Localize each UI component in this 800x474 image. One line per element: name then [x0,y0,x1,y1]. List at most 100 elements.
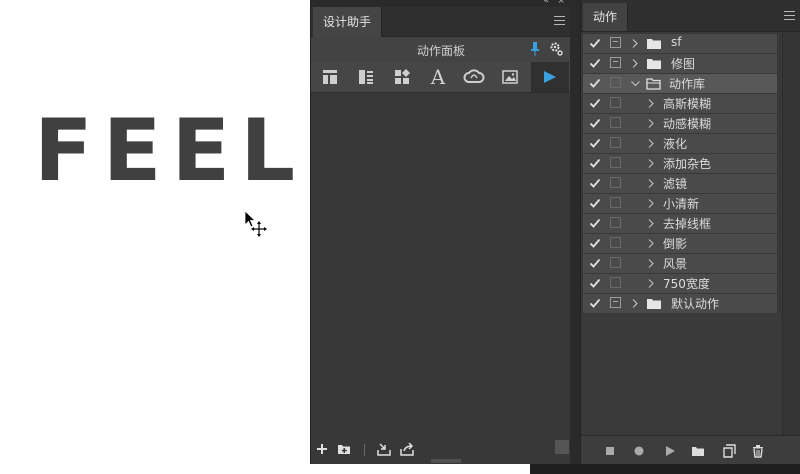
action-set-label: 动作库 [669,77,706,91]
action-row[interactable]: 去掉线框 [583,214,777,233]
tool-list-layout[interactable] [349,62,383,92]
new-action-icon[interactable] [722,444,736,458]
tool-creative-cloud[interactable] [457,62,491,92]
chevron-right-icon[interactable] [647,118,655,129]
toggle-check-icon[interactable] [589,237,601,249]
resize-grip[interactable] [555,440,569,454]
collapse-icon[interactable]: « [543,0,549,6]
tool-font[interactable]: A [421,62,455,92]
chevron-right-icon[interactable] [647,138,655,149]
dialog-toggle-box[interactable] [610,37,621,48]
action-row[interactable]: 倒影 [583,234,777,253]
chevron-right-icon[interactable] [647,238,655,249]
import-icon[interactable] [377,442,391,456]
tool-widgets[interactable] [385,62,419,92]
toggle-check-icon[interactable] [589,117,601,129]
toggle-check-icon[interactable] [589,217,601,229]
action-label: 液化 [663,137,688,151]
actions-scrollbar[interactable] [782,32,800,436]
chevron-right-icon[interactable] [631,38,639,49]
dialog-toggle-box[interactable] [610,217,621,228]
add-icon[interactable] [315,442,329,456]
action-set-row[interactable]: sf [583,34,777,53]
action-row[interactable]: 风景 [583,254,777,273]
chevron-right-icon[interactable] [647,198,655,209]
stop-icon[interactable] [603,444,617,458]
action-set-row[interactable]: 默认动作 [583,294,777,313]
action-label: 倒影 [663,237,688,251]
toggle-check-icon[interactable] [589,297,601,309]
dialog-toggle-box[interactable] [610,97,621,108]
chevron-right-icon[interactable] [647,218,655,229]
chevron-down-icon[interactable] [630,80,641,88]
folder-open-icon [646,78,661,90]
action-row[interactable]: 750宽度 [583,274,777,293]
actions-menu-icon[interactable] [784,11,795,20]
toggle-check-icon[interactable] [589,97,601,109]
toggle-check-icon[interactable] [589,57,601,69]
record-icon[interactable] [632,444,646,458]
design-helper-panel: « × 设计助手 动作面板 A [310,0,571,464]
dialog-toggle-box[interactable] [610,117,621,128]
toggle-check-icon[interactable] [589,137,601,149]
tool-layout[interactable] [313,62,347,92]
pin-icon[interactable] [529,41,541,57]
dialog-toggle-box[interactable] [610,237,621,248]
toggle-check-icon[interactable] [589,37,601,49]
chevron-right-icon[interactable] [647,278,655,289]
dialog-toggle-box[interactable] [610,277,621,288]
chevron-right-icon[interactable] [647,258,655,269]
dialog-toggle-box[interactable] [610,57,621,68]
action-row[interactable]: 动感模糊 [583,114,777,133]
dialog-toggle-box[interactable] [610,177,621,188]
share-icon[interactable] [400,442,414,456]
action-row[interactable]: 高斯模糊 [583,94,777,113]
toggle-check-icon[interactable] [589,157,601,169]
new-folder-icon[interactable] [337,442,351,456]
dialog-toggle-box[interactable] [610,77,621,88]
dialog-toggle-box[interactable] [610,197,621,208]
toggle-check-icon[interactable] [589,257,601,269]
toggle-check-icon[interactable] [589,177,601,189]
dialog-toggle-box[interactable] [610,157,621,168]
action-row[interactable]: 液化 [583,134,777,153]
action-set-row[interactable]: 修图 [583,54,777,73]
folder-icon [647,59,661,69]
widgets-icon [395,69,410,84]
dialog-toggle-box[interactable] [610,257,621,268]
action-set-label: 默认动作 [671,297,720,311]
panel-menu-icon[interactable] [554,16,565,25]
dialog-toggle-box[interactable] [610,297,621,308]
gear-icon[interactable] [549,41,563,57]
close-icon[interactable]: × [557,0,565,6]
action-label: 高斯模糊 [663,97,712,111]
folder-icon [647,39,661,49]
chevron-right-icon[interactable] [647,158,655,169]
toggle-check-icon[interactable] [589,197,601,209]
action-row[interactable]: 小清新 [583,194,777,213]
trash-icon[interactable] [751,444,765,458]
horizontal-scroll-handle[interactable] [431,459,461,463]
canvas-text-layer[interactable]: FEEL [34,108,305,194]
action-row[interactable]: 滤镜 [583,174,777,193]
tab-design-helper[interactable]: 设计助手 [313,7,383,37]
action-set-row[interactable]: 动作库 [583,74,777,93]
tool-image[interactable] [493,62,527,92]
chevron-right-icon[interactable] [647,98,655,109]
toggle-check-icon[interactable] [589,77,601,89]
image-icon [502,70,518,84]
chevron-right-icon[interactable] [631,58,639,69]
list-layout-icon [359,70,373,84]
document-canvas[interactable]: FEEL [0,0,310,474]
tool-actions-play[interactable] [531,62,569,92]
chevron-right-icon[interactable] [631,298,639,309]
toggle-check-icon[interactable] [589,277,601,289]
play-selection-icon[interactable] [663,444,677,458]
tab-actions[interactable]: 动作 [583,3,629,31]
font-icon: A [430,65,446,89]
new-set-folder-icon[interactable] [691,444,705,458]
chevron-right-icon[interactable] [647,178,655,189]
action-row[interactable]: 添加杂色 [583,154,777,173]
dialog-toggle-box[interactable] [610,137,621,148]
action-label: 添加杂色 [663,157,712,171]
